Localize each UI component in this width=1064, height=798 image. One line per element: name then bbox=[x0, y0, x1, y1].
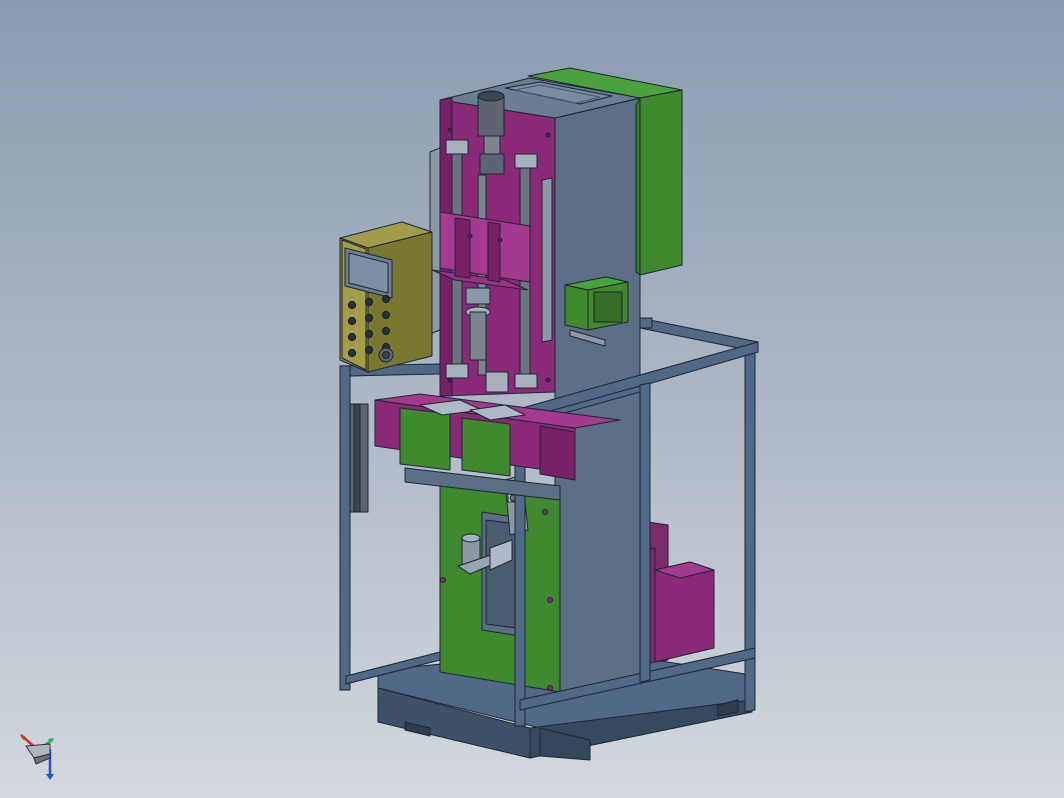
triad-z-arrow bbox=[46, 774, 54, 780]
control-button bbox=[381, 326, 391, 336]
cad-viewport[interactable] bbox=[0, 0, 1064, 798]
green-lower-housing bbox=[439, 479, 561, 693]
control-button bbox=[364, 297, 374, 307]
door-handle bbox=[349, 403, 369, 513]
control-button bbox=[347, 348, 357, 358]
control-button bbox=[347, 300, 357, 310]
selector-knob bbox=[378, 347, 394, 363]
control-button bbox=[364, 329, 374, 339]
coordinate-triad-icon bbox=[20, 734, 54, 780]
control-button bbox=[364, 313, 374, 323]
control-button bbox=[347, 316, 357, 326]
control-button bbox=[381, 310, 391, 320]
control-button bbox=[381, 294, 391, 304]
control-button bbox=[364, 345, 374, 355]
machine-assembly-model[interactable] bbox=[0, 0, 1064, 798]
servo-motor bbox=[477, 90, 505, 175]
control-button bbox=[347, 332, 357, 342]
